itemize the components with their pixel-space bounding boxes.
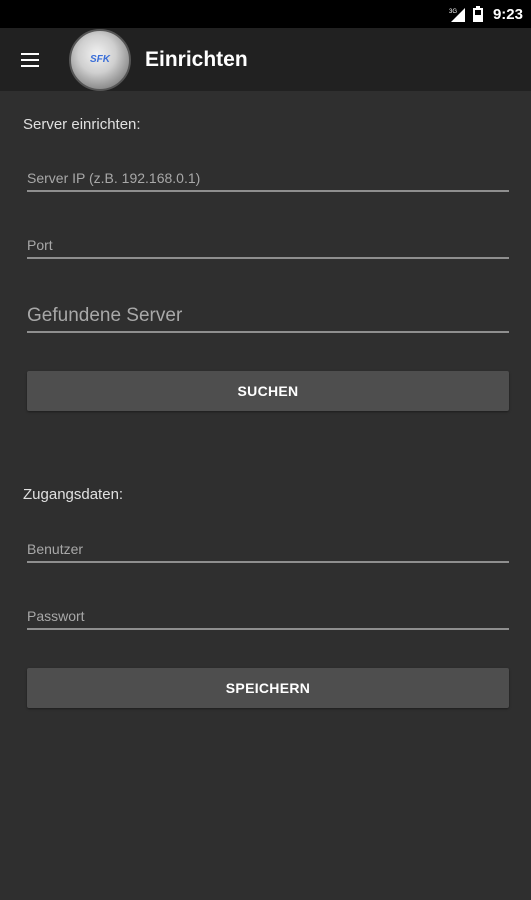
app-bar: SFK Einrichten xyxy=(0,28,531,91)
network-type-label: 3G xyxy=(449,9,457,15)
server-section-label: Server einrichten: xyxy=(23,116,141,133)
page-title: Einrichten xyxy=(145,47,248,71)
logo-text: SFK xyxy=(90,53,110,65)
menu-button[interactable] xyxy=(0,28,60,91)
battery-icon xyxy=(472,6,483,22)
signal-icon: 3G xyxy=(449,6,465,22)
app-logo: SFK xyxy=(69,28,131,91)
user-input[interactable] xyxy=(27,541,509,561)
port-field xyxy=(27,237,509,259)
password-field xyxy=(27,608,509,630)
port-input[interactable] xyxy=(27,237,509,257)
server-ip-input[interactable] xyxy=(27,170,509,190)
found-servers-select[interactable] xyxy=(27,305,509,331)
found-servers-field xyxy=(27,305,509,333)
password-input[interactable] xyxy=(27,608,509,628)
server-ip-field xyxy=(27,170,509,192)
status-bar: 3G 9:23 xyxy=(0,0,531,28)
search-button[interactable]: SUCHEN xyxy=(27,371,509,411)
status-time: 9:23 xyxy=(492,5,523,23)
credentials-section-label: Zugangsdaten: xyxy=(23,486,124,503)
hamburger-icon xyxy=(21,49,39,71)
user-field xyxy=(27,541,509,563)
save-button[interactable]: SPEICHERN xyxy=(27,668,509,708)
